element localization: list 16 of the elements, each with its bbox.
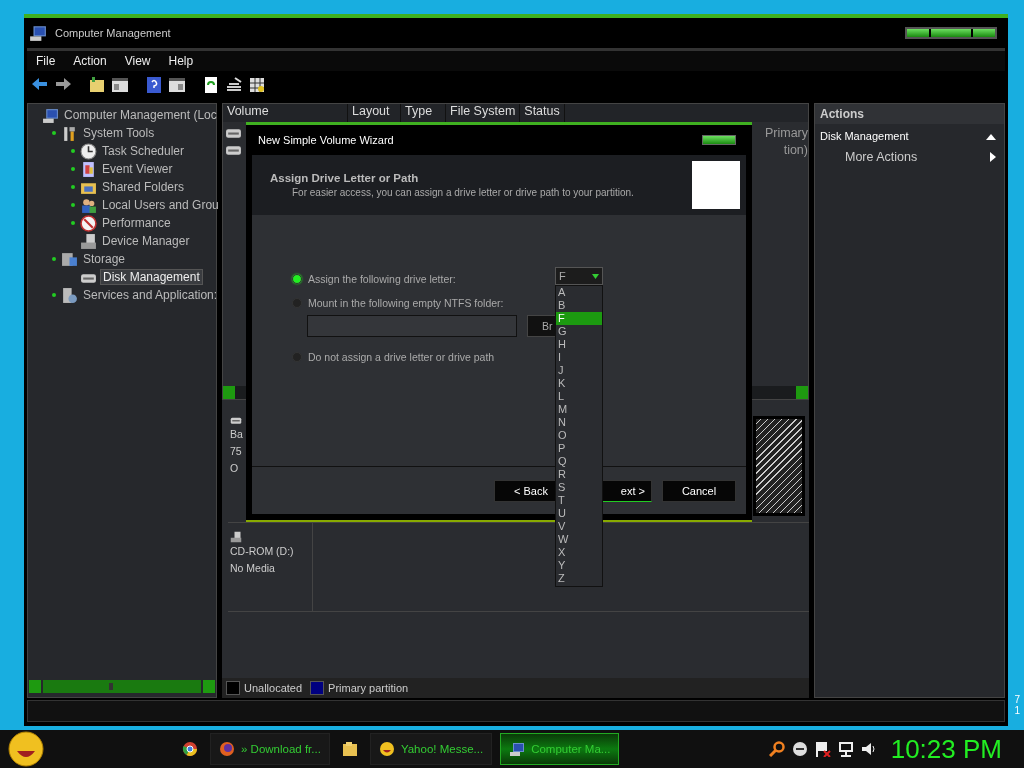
- disk-label: 75: [230, 444, 243, 459]
- edge-text: 1: [1014, 705, 1020, 716]
- disk-label: O: [230, 461, 240, 476]
- disk-label: Ba: [230, 427, 244, 442]
- legend-label: Unallocated: [244, 682, 303, 694]
- table-cell: tion): [783, 142, 808, 157]
- edge-text: 7: [1014, 694, 1020, 705]
- wizard-heading: Assign Drive Letter or Path: [270, 172, 420, 184]
- table-cell: Primary: [764, 125, 808, 140]
- legend-label: Primary partition: [328, 682, 409, 694]
- disk-label: CD-ROM (D:): [230, 544, 295, 559]
- dialog-title: New Simple Volume Wizard: [258, 134, 394, 146]
- disk-label: No Media: [230, 561, 276, 576]
- window-title: Computer Management: [55, 27, 172, 39]
- panel-title: Actions: [815, 104, 1004, 124]
- wizard-subtitle: For easier access, you can assign a drive letter or drive path to your partition.: [291, 187, 634, 198]
